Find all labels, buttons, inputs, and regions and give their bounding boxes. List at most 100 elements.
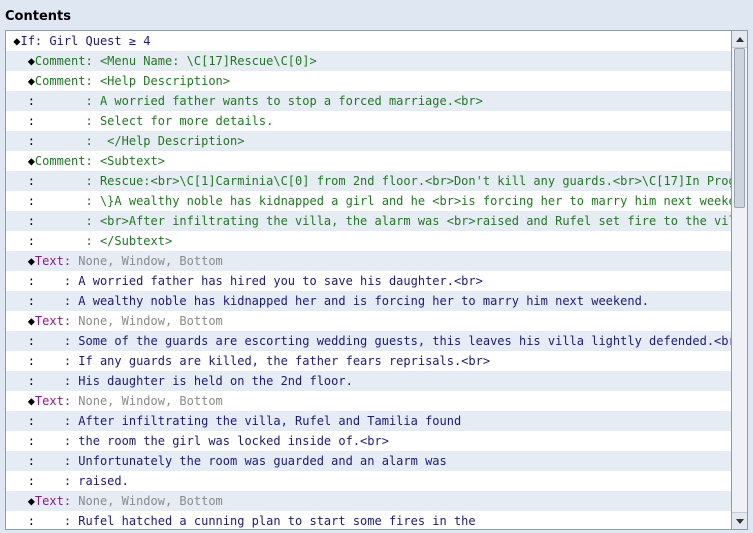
row-marker: : [27, 454, 35, 468]
row-separator: : [63, 294, 79, 308]
row-marker: : [27, 434, 35, 448]
command-row[interactable]: ◆Text: None, Window, Bottom [6, 491, 731, 511]
row-separator: : [85, 54, 100, 68]
row-marker: : [27, 94, 35, 108]
command-row[interactable]: ◆Text: None, Window, Bottom [6, 251, 731, 271]
row-marker: ◆ [27, 394, 35, 408]
command-row[interactable]: ◆Comment: <Subtext> [6, 151, 731, 171]
triangle-down-icon [735, 518, 744, 524]
command-row[interactable]: : : Select for more details. [6, 111, 731, 131]
command-row[interactable]: ◆Text: None, Window, Bottom [6, 311, 731, 331]
command-row[interactable]: : : His daughter is held on the 2nd floo… [6, 371, 731, 391]
command-row[interactable]: : : A worried father has hired you to sa… [6, 271, 731, 291]
command-body: A wealthy noble has kidnapped her and is… [78, 294, 650, 308]
command-name [35, 91, 86, 111]
scroll-down-button[interactable] [732, 512, 747, 529]
command-body: </Help Description> [99, 134, 245, 148]
scrollbar-thumb[interactable] [734, 48, 745, 208]
row-indent [6, 311, 28, 331]
row-separator: : [85, 74, 100, 88]
row-indent [6, 91, 28, 111]
command-name [35, 511, 64, 529]
command-row[interactable]: ◆Comment: <Help Description> [6, 71, 731, 91]
scroll-up-button[interactable] [732, 31, 747, 48]
command-body: Rescue:<br>\C[1]Carminia\C[0] from 2nd f… [99, 174, 731, 188]
command-row[interactable]: : : A worried father wants to stop a for… [6, 91, 731, 111]
command-row[interactable]: : : Some of the guards are escorting wed… [6, 331, 731, 351]
command-name [35, 111, 86, 131]
row-marker: ◆ [27, 154, 35, 168]
command-row[interactable]: : : </Help Description> [6, 131, 731, 151]
row-separator: : [63, 394, 79, 408]
row-indent [6, 391, 28, 411]
command-row[interactable]: ◆Comment: <Menu Name: \C[17]Rescue\C[0]> [6, 51, 731, 71]
row-indent [6, 491, 28, 511]
row-indent [6, 171, 28, 191]
command-body: None, Window, Bottom [78, 394, 223, 408]
event-command-list[interactable]: ◆If: Girl Quest ≥ 4 ◆Comment: <Menu Name… [5, 30, 732, 530]
row-indent [6, 131, 28, 151]
row-separator: : [85, 154, 100, 168]
row-separator: : [63, 454, 79, 468]
command-row[interactable]: : : <br>After infiltrating the villa, th… [6, 211, 731, 231]
row-indent [6, 111, 28, 131]
row-separator: : [85, 134, 100, 148]
command-row[interactable]: ◆Text: None, Window, Bottom [6, 391, 731, 411]
command-name [35, 451, 64, 471]
row-marker: : [27, 234, 35, 248]
command-body: A worried father has hired you to save h… [78, 274, 483, 288]
row-indent [6, 191, 28, 211]
vertical-scrollbar[interactable] [732, 30, 748, 530]
row-marker: : [27, 374, 35, 388]
command-row[interactable]: : : \}A wealthy noble has kidnapped a gi… [6, 191, 731, 211]
row-indent [6, 451, 28, 471]
row-indent [6, 251, 28, 271]
row-marker: : [27, 354, 35, 368]
command-row[interactable]: : : Unfortunately the room was guarded a… [6, 451, 731, 471]
row-indent [6, 471, 28, 491]
row-marker: : [27, 414, 35, 428]
command-name [35, 271, 64, 291]
command-body: His daughter is held on the 2nd floor. [78, 374, 353, 388]
row-marker: : [27, 114, 35, 128]
command-row[interactable]: ◆If: Girl Quest ≥ 4 [6, 31, 731, 51]
command-row[interactable]: : : After infiltrating the villa, Rufel … [6, 411, 731, 431]
command-body: raised. [78, 474, 129, 488]
contents-panel: Contents ◆If: Girl Quest ≥ 4 ◆Comment: <… [0, 0, 753, 533]
command-body: None, Window, Bottom [78, 314, 223, 328]
command-row[interactable]: : : </Subtext> [6, 231, 731, 251]
row-marker: : [27, 214, 35, 228]
row-separator: : [63, 494, 79, 508]
command-name [35, 411, 64, 431]
row-marker: : [27, 514, 35, 528]
command-name [35, 211, 86, 231]
command-body: None, Window, Bottom [78, 254, 223, 268]
command-row[interactable]: : : the room the girl was locked inside … [6, 431, 731, 451]
command-name [35, 431, 64, 451]
command-row[interactable]: : : Rufel hatched a cunning plan to star… [6, 511, 731, 529]
command-row[interactable]: : : A wealthy noble has kidnapped her an… [6, 291, 731, 311]
row-marker: : [27, 334, 35, 348]
command-name: Comment [34, 74, 86, 88]
command-name: If [20, 34, 35, 48]
command-row[interactable]: : : If any guards are killed, the father… [6, 351, 731, 371]
row-separator: : [63, 374, 79, 388]
command-row[interactable]: : : raised. [6, 471, 731, 491]
row-marker: ◆ [27, 494, 35, 508]
command-body: None, Window, Bottom [78, 494, 223, 508]
command-name [35, 291, 64, 311]
row-separator: : [63, 514, 79, 528]
command-body: Rufel hatched a cunning plan to start so… [78, 514, 476, 528]
command-name [35, 331, 64, 351]
command-name [35, 231, 86, 251]
row-indent [6, 351, 28, 371]
command-row[interactable]: : : Rescue:<br>\C[1]Carminia\C[0] from 2… [6, 171, 731, 191]
row-indent [6, 411, 28, 431]
row-indent [6, 151, 28, 171]
row-marker: ◆ [27, 74, 35, 88]
row-separator: : [85, 194, 100, 208]
row-indent [6, 71, 28, 91]
row-marker: ◆ [13, 34, 21, 48]
row-separator: : [63, 334, 79, 348]
row-separator: : [85, 94, 100, 108]
